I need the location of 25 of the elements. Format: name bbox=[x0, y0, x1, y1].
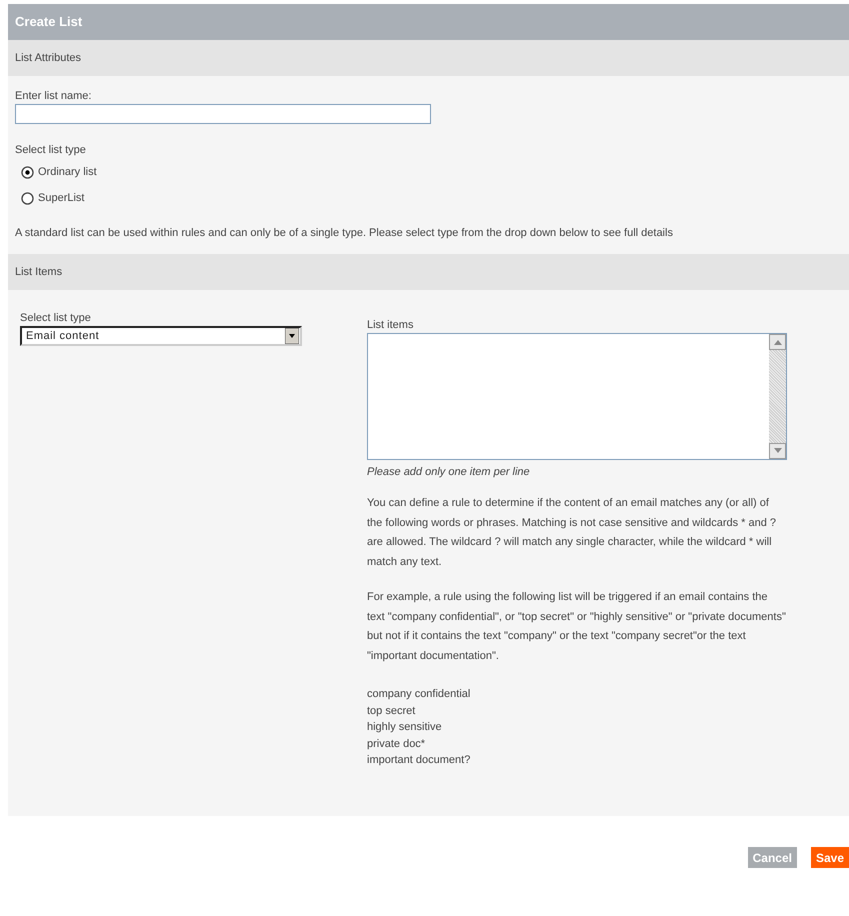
field-label: Enter list name: bbox=[15, 90, 92, 102]
hint-text: Please add only one item per line bbox=[367, 466, 531, 478]
page-title: Create List bbox=[8, 4, 849, 40]
example-item: company confidential bbox=[367, 687, 472, 702]
radio-option[interactable]: SuperList bbox=[21, 188, 84, 208]
section-header: List Attributes bbox=[8, 40, 849, 76]
help-paragraph: You can define a rule to determine if the content of an email matches any (or all) of the following words or phrases. Matching is not case sensitive and wildcards * and ? are allowed. The wildcard ? will match any single character, while the wildcard * will match any text. bbox=[367, 496, 778, 570]
scrollbar[interactable] bbox=[769, 334, 786, 459]
example-item: important document? bbox=[367, 753, 472, 768]
scroll-down-icon[interactable] bbox=[774, 448, 782, 454]
example-item: private doc* bbox=[367, 736, 426, 752]
field-label: List items bbox=[367, 319, 414, 331]
example-item: highly sensitive bbox=[367, 720, 443, 735]
scroll-up-icon[interactable] bbox=[774, 339, 782, 345]
list-name-field[interactable] bbox=[15, 104, 431, 124]
section-header: List Items bbox=[8, 254, 849, 290]
list-items-textarea[interactable] bbox=[367, 333, 787, 460]
dropdown-arrow-icon bbox=[285, 328, 299, 344]
radio-option[interactable]: Ordinary list bbox=[21, 162, 97, 182]
field-label: Select list type bbox=[20, 312, 92, 324]
help-paragraph: For example, a rule using the following list will be triggered if an email contains the text "company confidential", or "top secret" or "highly sensitive" or "private documents" but not if it contains the text "company" or the text "company secret"or the text "important documentation". bbox=[367, 590, 787, 664]
field-label: Select list type bbox=[15, 144, 87, 156]
description-text: A standard list can be used within rules and can only be of a single type. Please select type from the drop down below to see full details bbox=[15, 226, 674, 241]
list-type-dropdown[interactable]: Email content bbox=[20, 326, 302, 346]
example-item: top secret bbox=[367, 704, 416, 718]
